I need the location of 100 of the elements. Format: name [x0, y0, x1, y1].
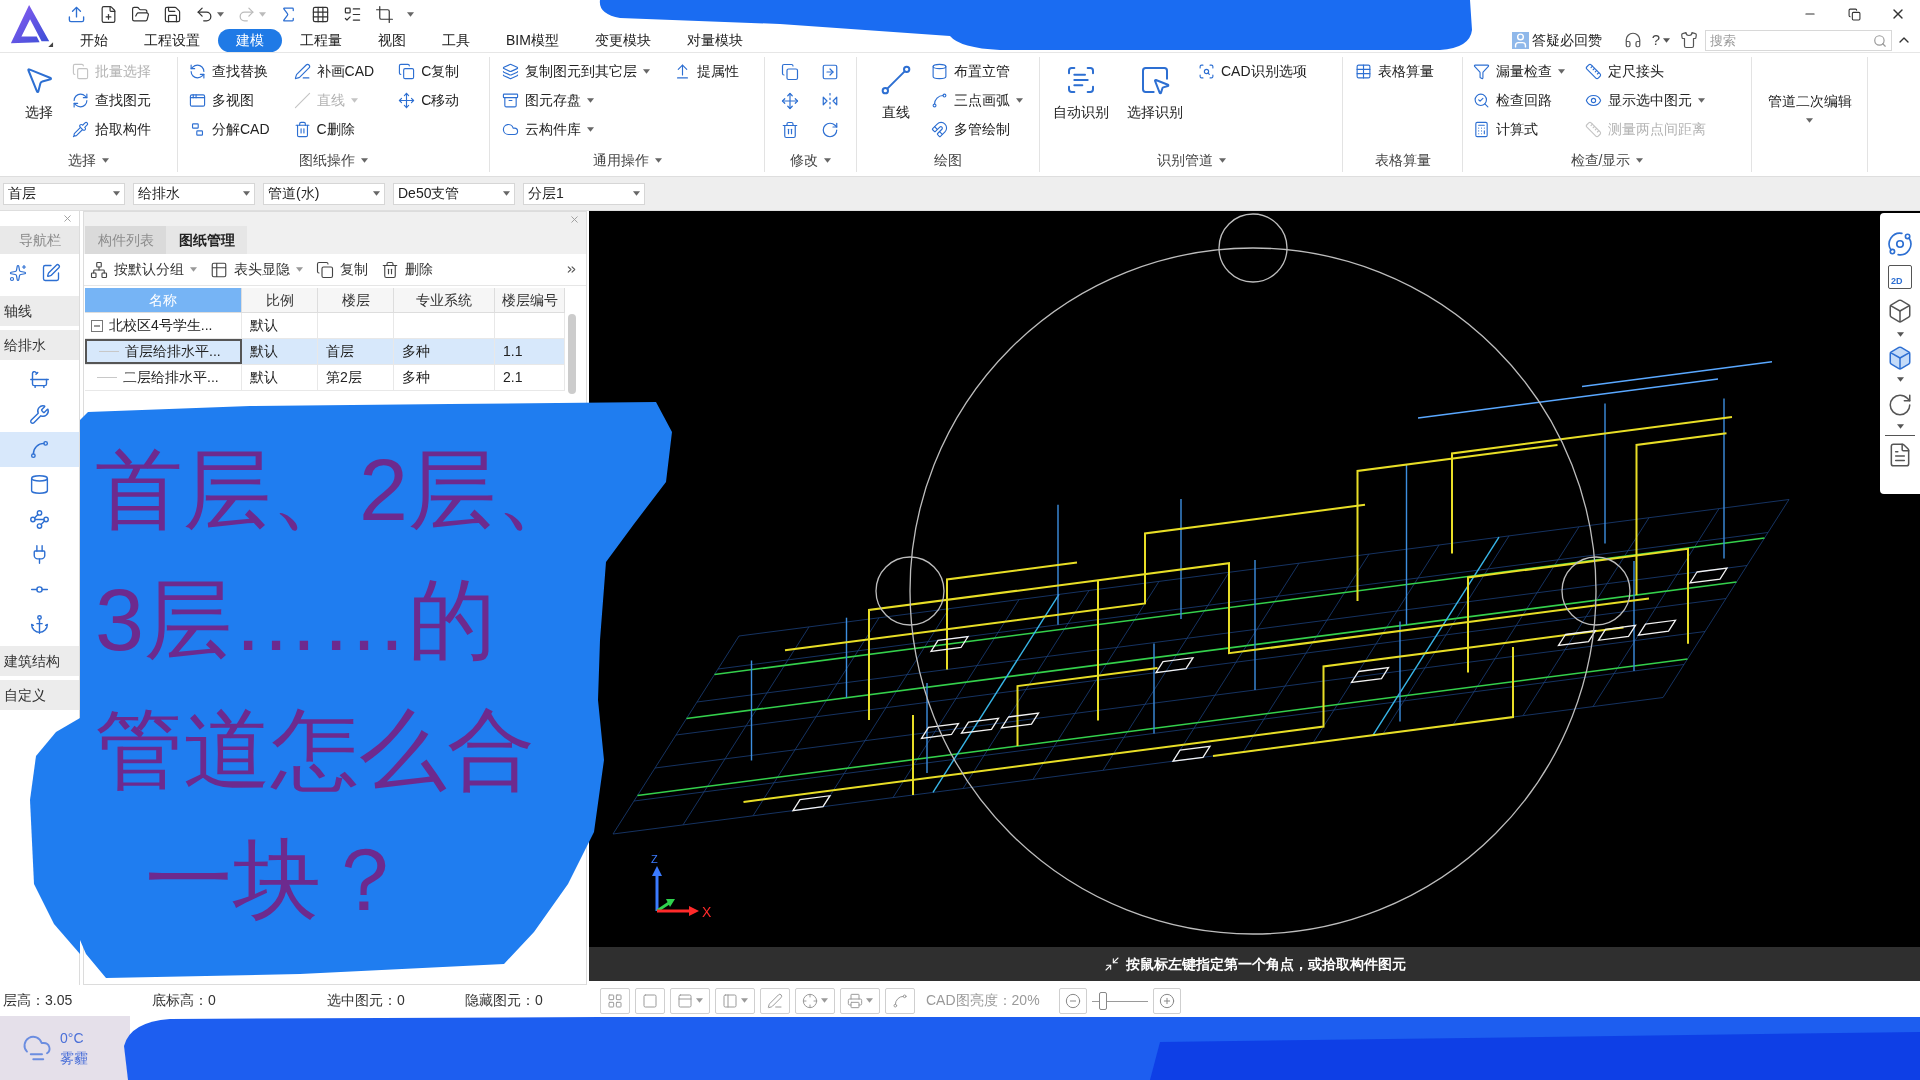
caret-icon[interactable] [643, 69, 650, 74]
ribbon-large-button[interactable]: 管道二次编辑 [1761, 57, 1858, 144]
ribbon-button[interactable]: 分解CAD [189, 115, 270, 144]
caret-icon[interactable] [633, 191, 640, 196]
ring-handle[interactable] [875, 556, 945, 626]
dropdown-field[interactable]: 管道(水) [263, 182, 385, 205]
app-logo-icon[interactable] [8, 3, 54, 49]
ribbon-large-button[interactable]: 直线 [865, 57, 927, 144]
ribbon-button[interactable]: 表格算量 [1355, 57, 1434, 86]
search-field[interactable]: 搜索 [1705, 29, 1892, 51]
caret-icon[interactable] [1896, 424, 1904, 429]
crop-icon[interactable] [375, 4, 394, 24]
menu-tab[interactable]: 开始 [62, 28, 126, 52]
caret-icon[interactable] [113, 191, 120, 196]
zoom-in-button[interactable] [1152, 987, 1181, 1014]
menu-tab[interactable]: 工程设置 [126, 28, 218, 52]
ribbon-button[interactable]: 漏量检查 [1473, 57, 1565, 86]
move-icon[interactable] [781, 91, 799, 110]
slider-thumb[interactable] [1098, 991, 1107, 1010]
menu-tab[interactable]: 变更模块 [576, 28, 669, 52]
caret-icon[interactable] [373, 191, 380, 196]
cloud-icon[interactable] [22, 1033, 52, 1063]
menu-tab[interactable]: BIM模型 [488, 28, 577, 52]
ring-handle[interactable] [1561, 556, 1631, 626]
ring-handle[interactable] [1218, 213, 1288, 283]
upload-icon[interactable] [67, 4, 86, 24]
cube-icon[interactable] [1887, 345, 1913, 371]
ribbon-large-button[interactable]: 选择识别 [1124, 57, 1186, 144]
more-icon[interactable] [565, 263, 578, 276]
ribbon-button[interactable]: 显示选中图元 [1585, 86, 1706, 115]
column-header[interactable]: 楼层 [318, 288, 394, 313]
grid-icon[interactable] [311, 4, 330, 24]
caret-icon[interactable] [587, 127, 594, 132]
feedback-link[interactable]: 答疑必回赞 [1511, 29, 1602, 51]
new-file-icon[interactable] [99, 4, 118, 24]
ribbon-button[interactable]: 三点画弧 [931, 86, 1023, 115]
search-icon[interactable] [1873, 33, 1887, 48]
dropdown-field[interactable]: 首层 [3, 182, 125, 205]
ribbon-button[interactable]: 计算式 [1473, 115, 1565, 144]
caret-icon[interactable] [1663, 37, 1670, 43]
dropdown-field[interactable]: De50支管 [393, 182, 515, 205]
folder-icon[interactable] [131, 4, 150, 24]
ribbon-large-button[interactable]: 选择 [8, 57, 70, 144]
caret-icon[interactable] [1698, 98, 1705, 103]
table-row[interactable]: 首层给排水平... 默认 首层 多种 1.1 [85, 339, 565, 365]
ribbon-large-button[interactable]: 自动识别 [1050, 57, 1112, 144]
shirt-icon[interactable] [1680, 31, 1698, 49]
rotate-icon[interactable] [1887, 392, 1913, 418]
ribbon-button[interactable]: 定尺接头 [1585, 57, 1706, 86]
rotate-icon[interactable] [821, 120, 839, 139]
ribbon-button[interactable]: 多视图 [189, 86, 270, 115]
restore-icon[interactable] [1847, 7, 1861, 21]
caret-icon[interactable] [407, 11, 414, 17]
caret-icon[interactable] [587, 98, 594, 103]
table-row[interactable]: 二层给排水平... 默认 第2层 多种 2.1 [85, 365, 565, 391]
caret-icon[interactable] [824, 157, 831, 163]
panel-toolbar-button[interactable]: 表头显隐 [210, 259, 303, 280]
nav-category[interactable]: 建筑结构 [0, 646, 79, 676]
edit-icon[interactable] [41, 263, 61, 283]
dropdown-field[interactable]: 分层1 [523, 182, 645, 205]
ribbon-button[interactable]: C复制 [398, 57, 460, 86]
orbit-icon[interactable] [1887, 231, 1913, 257]
caret-icon[interactable] [503, 191, 510, 196]
zoom-out-button[interactable] [1058, 987, 1087, 1014]
ribbon-button[interactable]: 提属性 [674, 57, 739, 86]
ribbon-button[interactable]: 布置立管 [931, 57, 1023, 86]
ribbon-button[interactable]: 拾取构件 [72, 115, 151, 144]
menu-tab[interactable]: 工程量 [282, 28, 360, 52]
ribbon-button[interactable]: 查找图元 [72, 86, 151, 115]
caret-icon[interactable] [1016, 98, 1023, 103]
drawing-canvas[interactable]: Z X 2D [589, 211, 1920, 947]
trash-icon[interactable] [781, 120, 799, 139]
cube-icon[interactable] [1887, 298, 1913, 324]
caret-icon[interactable] [1896, 332, 1904, 337]
navigation-ring[interactable] [909, 247, 1597, 935]
ribbon-button[interactable]: C删除 [293, 115, 375, 144]
menu-tab[interactable]: 建模 [218, 28, 282, 52]
copy-icon[interactable] [781, 62, 799, 81]
caret-icon[interactable] [1806, 117, 1813, 123]
scrollbar-thumb[interactable] [568, 314, 576, 394]
dropdown-field[interactable]: 给排水 [133, 182, 255, 205]
ribbon-button[interactable]: 查找替换 [189, 57, 270, 86]
column-header[interactable]: 楼层编号 [495, 288, 565, 313]
column-header[interactable]: 比例 [242, 288, 318, 313]
menu-tab[interactable]: 对量模块 [668, 28, 761, 52]
ribbon-button[interactable]: C移动 [398, 86, 460, 115]
ribbon-button[interactable]: 图元存盘 [502, 86, 650, 115]
panel-toolbar-button[interactable]: 按默认分组 [90, 259, 197, 280]
sparkles-icon[interactable] [9, 264, 27, 282]
mirror-icon[interactable] [821, 91, 839, 110]
caret-icon[interactable] [1558, 69, 1565, 74]
caret-icon[interactable] [243, 191, 250, 196]
nav-category[interactable]: 轴线 [0, 296, 79, 326]
caret-icon[interactable] [1896, 377, 1904, 382]
table-row[interactable]: 北校区4号学生... 默认 [85, 313, 565, 339]
headset-icon[interactable] [1623, 31, 1642, 49]
save-icon[interactable] [163, 4, 182, 24]
zoom-slider[interactable] [1091, 989, 1148, 1012]
caret-icon[interactable] [361, 157, 368, 163]
caret-icon[interactable] [1218, 157, 1226, 163]
